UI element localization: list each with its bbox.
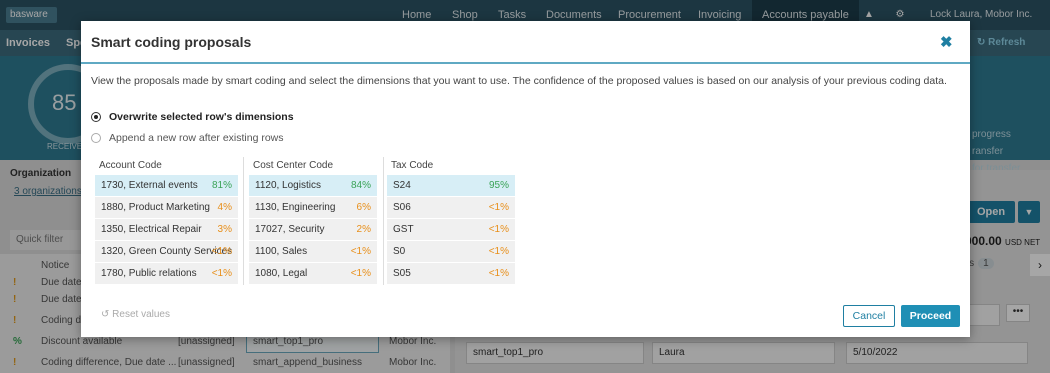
option-label: 1730, External events	[101, 180, 198, 191]
option-label: 1350, Electrical Repair	[101, 224, 202, 235]
account-code-option[interactable]: 1350, Electrical Repair 3%	[95, 219, 238, 240]
reset-values-label: Reset values	[112, 309, 170, 320]
account-code-option[interactable]: 1780, Public relations <1%	[95, 263, 238, 284]
column-divider	[243, 157, 244, 285]
confidence-value: <1%	[488, 224, 509, 235]
confidence-value: <1%	[350, 246, 371, 257]
cancel-button[interactable]: Cancel	[843, 305, 895, 327]
append-option-label: Append a new row after existing rows	[109, 132, 284, 144]
radio-unselected-icon[interactable]	[91, 133, 101, 143]
cost-center-option[interactable]: 1080, Legal <1%	[249, 263, 377, 284]
dialog-title: Smart coding proposals	[91, 34, 252, 50]
confidence-value: 81%	[211, 180, 232, 191]
cost-center-option[interactable]: 1100, Sales <1%	[249, 241, 377, 262]
confidence-value: <1%	[211, 246, 232, 257]
option-label: S24	[393, 180, 411, 191]
cost-center-column: Cost Center Code 1120, Logistics 84% 1130…	[249, 160, 377, 285]
smart-coding-dialog: Smart coding proposals ✖ View the propos…	[81, 21, 970, 337]
cost-center-header: Cost Center Code	[253, 160, 334, 171]
close-icon[interactable]: ✖	[940, 33, 953, 51]
confidence-value: 3%	[217, 224, 232, 235]
account-code-option[interactable]: 1320, Green County Services <1%	[95, 241, 238, 262]
option-label: GST	[393, 224, 414, 235]
radio-selected-icon[interactable]	[91, 112, 101, 122]
option-label: 1780, Public relations	[101, 268, 197, 279]
confidence-value: 4%	[217, 202, 232, 213]
confidence-value: 6%	[356, 202, 371, 213]
undo-icon: ↺	[101, 309, 110, 320]
account-code-option[interactable]: 1880, Product Marketing 4%	[95, 197, 238, 218]
confidence-value: <1%	[488, 246, 509, 257]
option-label: 17027, Security	[255, 224, 325, 235]
option-label: 1130, Engineering	[255, 202, 336, 213]
cost-center-option[interactable]: 1130, Engineering 6%	[249, 197, 377, 218]
tax-code-column: Tax Code S24 95% S06 <1% GST <1% S0 <1% S05 <…	[387, 160, 515, 285]
option-label: S05	[393, 268, 411, 279]
dialog-header: Smart coding proposals ✖	[81, 21, 970, 64]
tax-code-header: Tax Code	[391, 160, 434, 171]
tax-code-option[interactable]: S06 <1%	[387, 197, 515, 218]
proceed-button[interactable]: Proceed	[901, 305, 960, 327]
account-code-option[interactable]: 1730, External events 81%	[95, 175, 238, 196]
option-label: S06	[393, 202, 411, 213]
cost-center-option[interactable]: 17027, Security 2%	[249, 219, 377, 240]
option-label: 1120, Logistics	[255, 180, 321, 191]
confidence-value: <1%	[350, 268, 371, 279]
tax-code-option[interactable]: S24 95%	[387, 175, 515, 196]
option-label: 1880, Product Marketing	[101, 202, 210, 213]
option-label: 1100, Sales	[255, 246, 308, 257]
tax-code-option[interactable]: GST <1%	[387, 219, 515, 240]
account-code-header: Account Code	[99, 160, 162, 171]
tax-code-option[interactable]: S05 <1%	[387, 263, 515, 284]
confidence-value: <1%	[211, 268, 232, 279]
option-label: 1080, Legal	[255, 268, 308, 279]
confidence-value: <1%	[488, 268, 509, 279]
column-divider	[383, 157, 384, 285]
tax-code-option[interactable]: S0 <1%	[387, 241, 515, 262]
reset-values-button[interactable]: ↺ Reset values	[101, 309, 170, 320]
dialog-description: View the proposals made by smart coding …	[91, 75, 947, 87]
confidence-value: 84%	[350, 180, 371, 191]
overwrite-option-label: Overwrite selected row's dimensions	[109, 111, 294, 123]
confidence-value: 2%	[356, 224, 371, 235]
account-code-column: Account Code 1730, External events 81% 18…	[95, 160, 238, 285]
option-label: S0	[393, 246, 406, 257]
cost-center-option[interactable]: 1120, Logistics 84%	[249, 175, 377, 196]
confidence-value: 95%	[488, 180, 509, 191]
confidence-value: <1%	[488, 202, 509, 213]
